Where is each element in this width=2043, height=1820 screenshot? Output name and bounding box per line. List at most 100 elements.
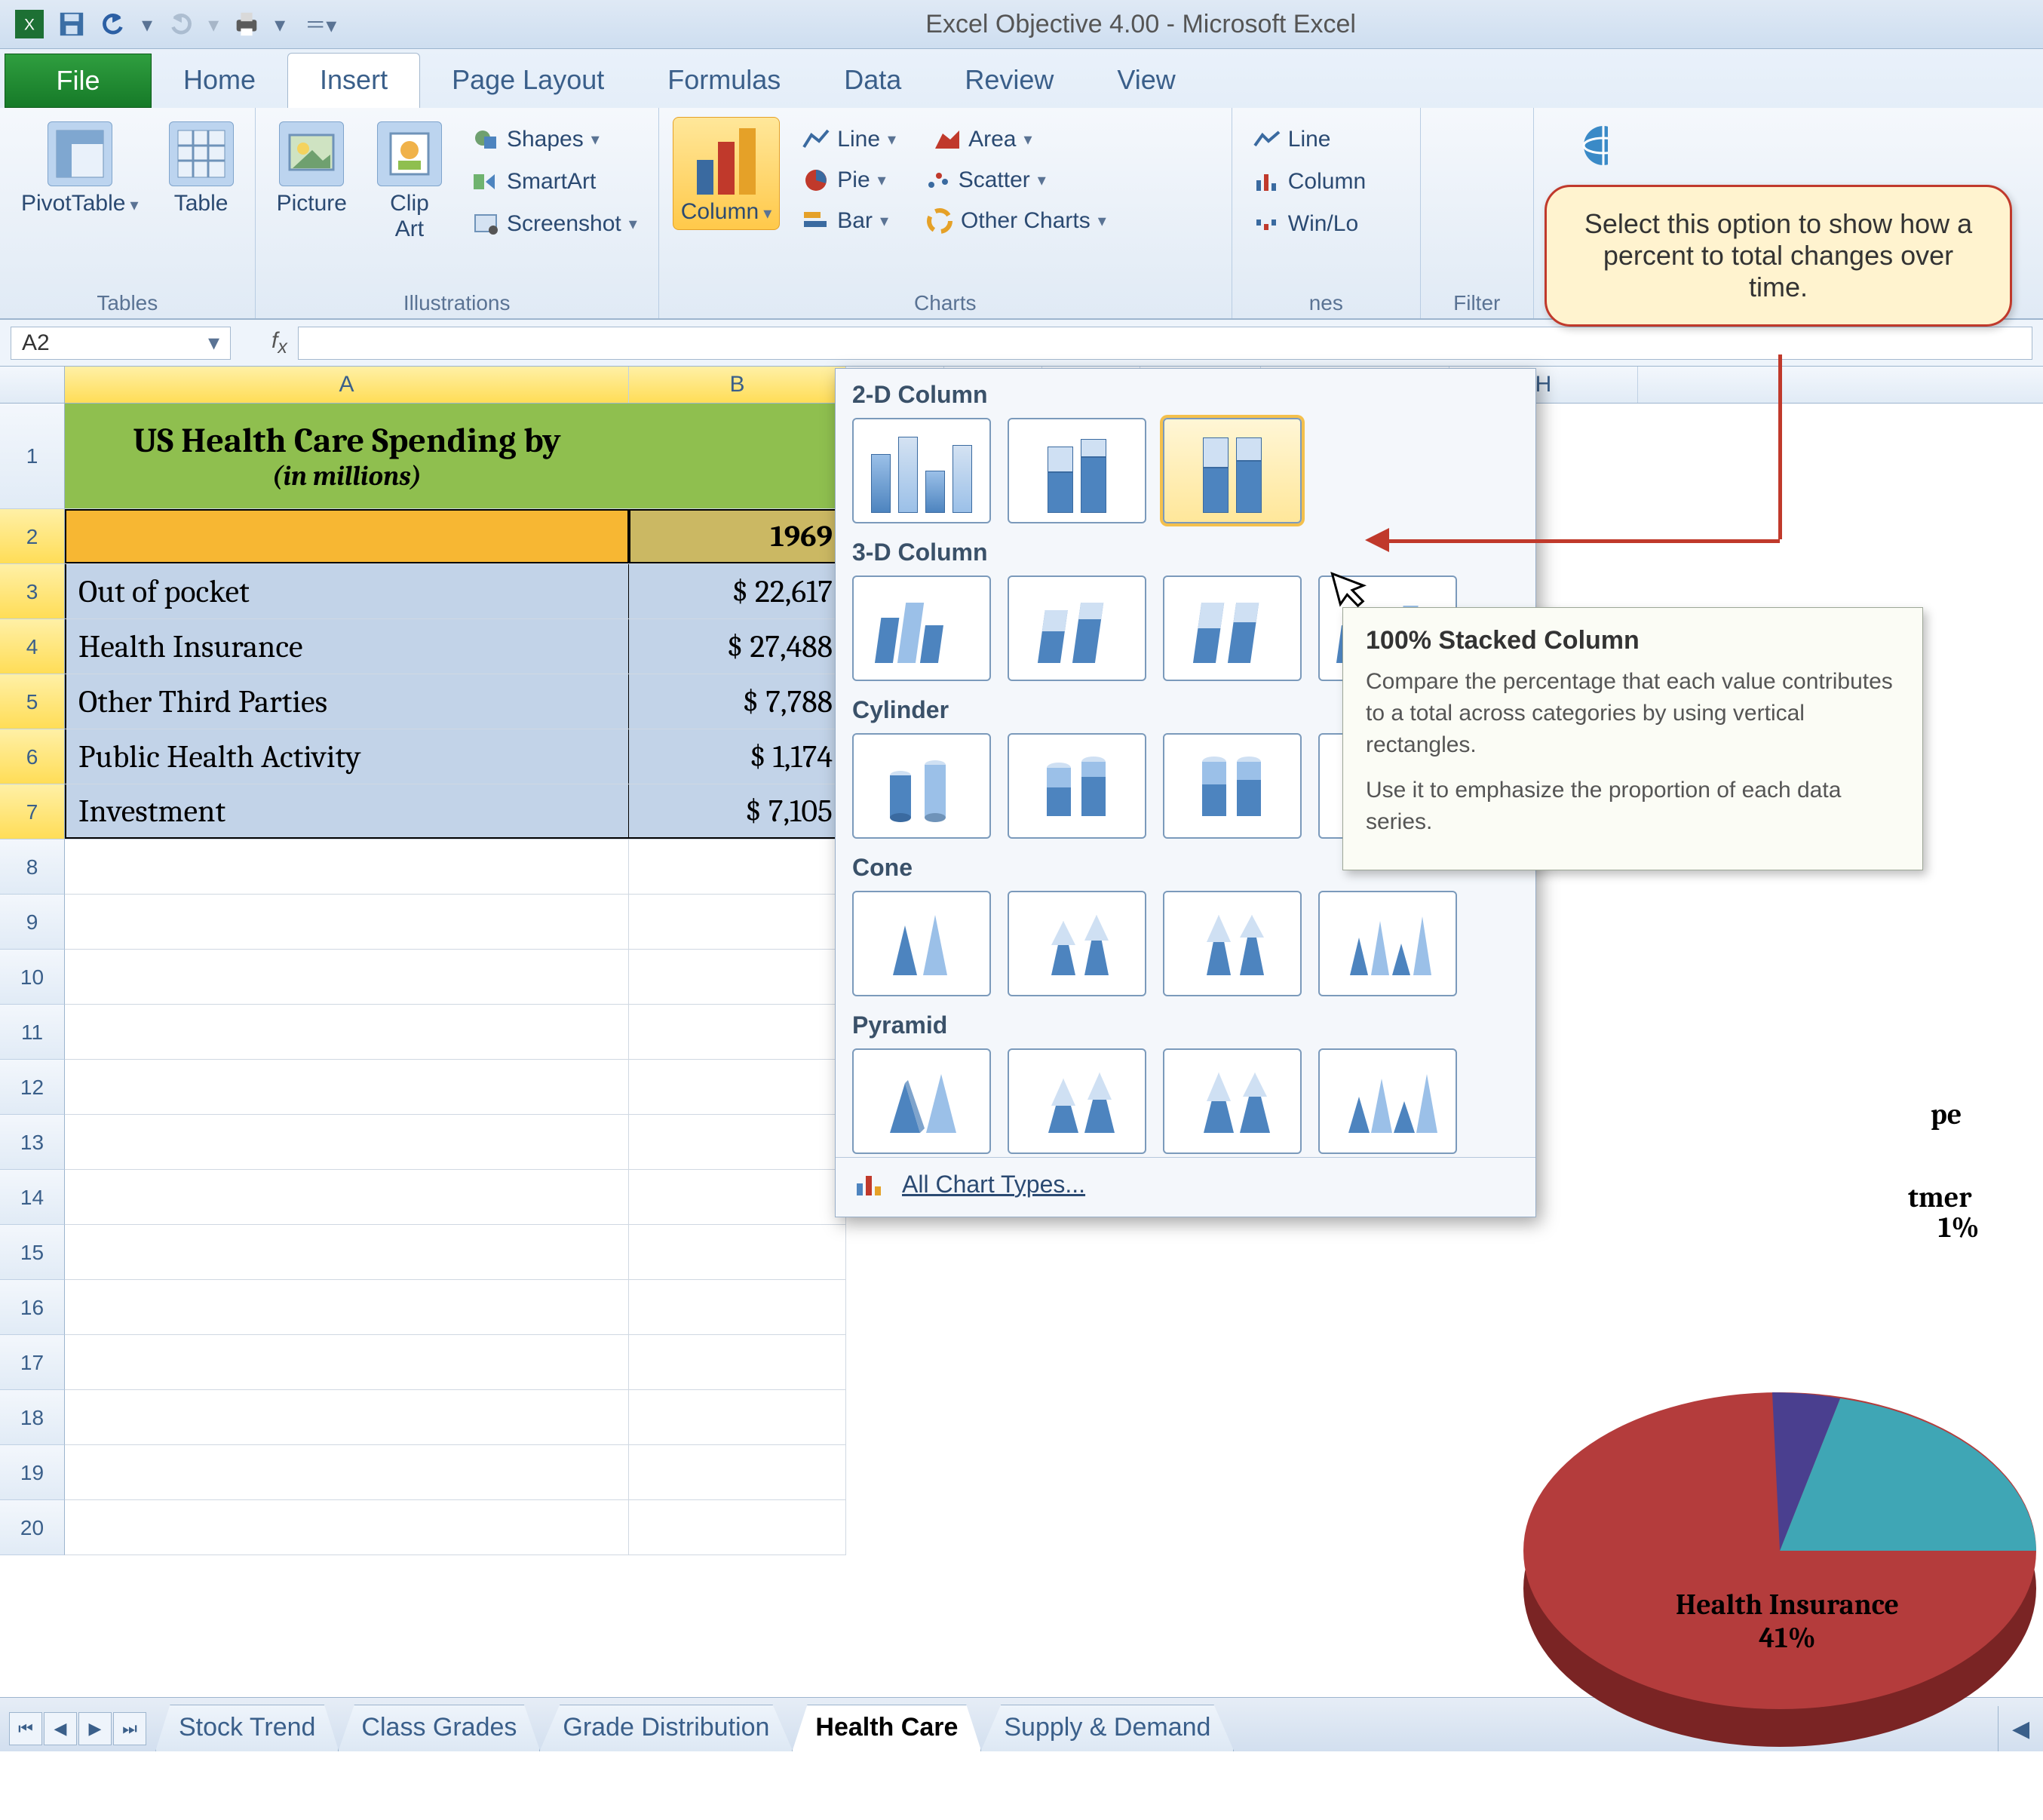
qat-customize[interactable]: ＝▾ — [299, 9, 336, 39]
clustered-column-thumb[interactable] — [852, 418, 991, 523]
print-icon[interactable] — [232, 10, 261, 38]
cone-4[interactable] — [1318, 891, 1457, 996]
data-label[interactable]: Other Third Parties — [65, 674, 629, 729]
empty-cell[interactable] — [65, 1115, 629, 1169]
file-tab[interactable]: File — [5, 54, 152, 108]
empty-cell[interactable] — [629, 1225, 846, 1279]
data-value[interactable]: $ 27,488 — [629, 619, 846, 674]
row-header-6[interactable]: 6 — [0, 729, 65, 784]
empty-cell[interactable] — [629, 1335, 846, 1389]
sheet-nav-prev[interactable]: ◀ — [44, 1712, 77, 1745]
data-label[interactable]: Investment — [65, 784, 629, 839]
empty-cell[interactable] — [629, 1390, 846, 1444]
all-chart-types-button[interactable]: All Chart Types... — [836, 1157, 1535, 1209]
stacked-column-thumb[interactable] — [1008, 418, 1146, 523]
row-header-4[interactable]: 4 — [0, 619, 65, 674]
sparkline-winloss-button[interactable]: Win/Lo — [1246, 206, 1406, 242]
row-header-1[interactable]: 1 — [0, 404, 65, 509]
empty-cell[interactable] — [65, 895, 629, 949]
save-icon[interactable] — [57, 10, 86, 38]
data-label[interactable]: Public Health Activity — [65, 729, 629, 784]
scatter-chart-button[interactable]: Scatter — [916, 162, 1054, 198]
col-header-B[interactable]: B — [629, 367, 846, 403]
pie-chart-button[interactable]: Pie — [795, 162, 893, 198]
other-charts-button[interactable]: Other Charts — [919, 203, 1114, 239]
cylinder-1[interactable] — [852, 733, 991, 839]
empty-cell[interactable] — [65, 1390, 629, 1444]
empty-cell[interactable] — [65, 1500, 629, 1555]
empty-cell[interactable] — [65, 839, 629, 894]
empty-cell[interactable] — [629, 1500, 846, 1555]
sheet-nav-last[interactable]: ⏭ — [113, 1712, 146, 1745]
empty-cell[interactable] — [65, 1280, 629, 1334]
sheet-nav-next[interactable]: ▶ — [78, 1712, 112, 1745]
cone-2[interactable] — [1008, 891, 1146, 996]
row-header-9[interactable]: 9 — [0, 895, 65, 950]
print-dropdown[interactable]: ▾ — [275, 12, 285, 37]
tab-page-layout[interactable]: Page Layout — [420, 54, 636, 108]
data-label[interactable]: Health Insurance — [65, 619, 629, 674]
shapes-button[interactable]: Shapes — [465, 121, 645, 158]
row-header-5[interactable]: 5 — [0, 674, 65, 729]
row-header-7[interactable]: 7 — [0, 784, 65, 839]
name-box[interactable]: A2 ▾ — [11, 327, 231, 360]
row-header-17[interactable]: 17 — [0, 1335, 65, 1390]
row-header-16[interactable]: 16 — [0, 1280, 65, 1335]
3d-clustered-thumb[interactable] — [852, 575, 991, 681]
sheet-tab-grade-distribution[interactable]: Grade Distribution — [539, 1705, 793, 1751]
data-label[interactable]: Out of pocket — [65, 564, 629, 618]
formula-input[interactable] — [298, 327, 2032, 360]
tab-insert[interactable]: Insert — [287, 53, 420, 108]
cylinder-3[interactable] — [1163, 733, 1302, 839]
100-stacked-column-thumb[interactable] — [1163, 418, 1302, 523]
screenshot-button[interactable]: Screenshot — [465, 206, 645, 242]
cells[interactable]: US Health Care Spending by (in millions)… — [65, 404, 846, 1555]
select-all-cell[interactable] — [0, 367, 65, 403]
data-value[interactable]: $ 7,788 — [629, 674, 846, 729]
clipart-button[interactable]: Clip Art — [370, 117, 449, 247]
row-header-14[interactable]: 14 — [0, 1170, 65, 1225]
year-header-b[interactable]: 1969 — [629, 509, 846, 563]
empty-cell[interactable] — [629, 1445, 846, 1499]
sheet-tab-stock-trend[interactable]: Stock Trend — [155, 1705, 339, 1751]
empty-cell[interactable] — [65, 1170, 629, 1224]
empty-cell[interactable] — [629, 1170, 846, 1224]
redo-dropdown[interactable]: ▾ — [208, 12, 219, 37]
tab-home[interactable]: Home — [152, 54, 287, 108]
undo-dropdown[interactable]: ▾ — [142, 12, 152, 37]
picture-button[interactable]: Picture — [269, 117, 354, 221]
3d-100stacked-thumb[interactable] — [1163, 575, 1302, 681]
tab-data[interactable]: Data — [812, 54, 933, 108]
empty-cell[interactable] — [65, 1005, 629, 1059]
row-header-10[interactable]: 10 — [0, 950, 65, 1005]
column-chart-button[interactable]: Column — [673, 117, 781, 230]
cone-3[interactable] — [1163, 891, 1302, 996]
fx-label[interactable]: fx — [241, 328, 298, 358]
empty-cell[interactable] — [629, 1005, 846, 1059]
smartart-button[interactable]: SmartArt — [465, 164, 645, 200]
tab-view[interactable]: View — [1085, 54, 1207, 108]
data-value[interactable]: $ 1,174 — [629, 729, 846, 784]
sparkline-column-button[interactable]: Column — [1246, 164, 1406, 200]
sparkline-line-button[interactable]: Line — [1246, 121, 1406, 158]
row-header-19[interactable]: 19 — [0, 1445, 65, 1500]
row-header-15[interactable]: 15 — [0, 1225, 65, 1280]
empty-cell[interactable] — [65, 950, 629, 1004]
empty-cell[interactable] — [65, 1445, 629, 1499]
year-header-a[interactable] — [65, 509, 629, 563]
title-cell-b[interactable] — [629, 404, 846, 508]
pyramid-4[interactable] — [1318, 1048, 1457, 1154]
data-value[interactable]: $ 22,617 — [629, 564, 846, 618]
bar-chart-button[interactable]: Bar — [795, 203, 896, 239]
undo-icon[interactable] — [100, 10, 128, 38]
empty-cell[interactable] — [629, 1115, 846, 1169]
col-header-A[interactable]: A — [65, 367, 629, 403]
empty-cell[interactable] — [629, 1060, 846, 1114]
empty-cell[interactable] — [629, 839, 846, 894]
empty-cell[interactable] — [629, 895, 846, 949]
redo-icon[interactable] — [166, 10, 195, 38]
sheet-nav-first[interactable]: ⏮ — [9, 1712, 42, 1745]
row-header-20[interactable]: 20 — [0, 1500, 65, 1555]
sheet-tab-health-care[interactable]: Health Care — [792, 1705, 981, 1751]
row-header-8[interactable]: 8 — [0, 839, 65, 895]
